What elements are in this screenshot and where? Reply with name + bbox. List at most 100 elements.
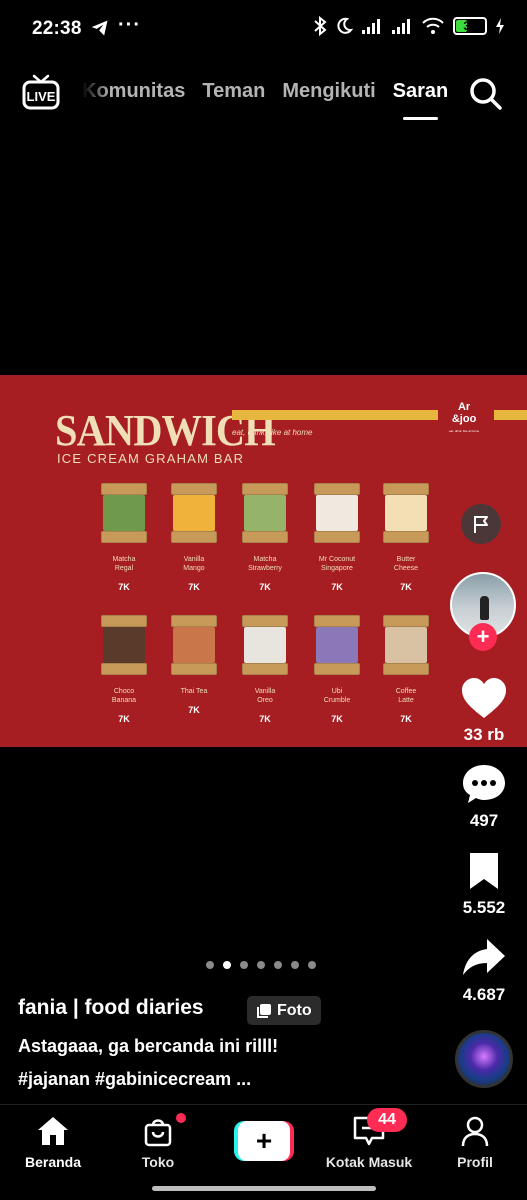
ice-cream-sandwich-image — [101, 483, 147, 543]
item-name: Choco Banana — [111, 688, 137, 704]
comment-button[interactable]: 497 — [454, 762, 514, 831]
feed-tabs: Komunitas Teman Mengikuti Saran — [82, 80, 448, 120]
item-name: Vanilla Mango — [183, 556, 205, 572]
heart-icon — [462, 678, 506, 718]
nav-shop[interactable]: Toko — [113, 1115, 203, 1170]
save-count: 5.552 — [462, 898, 506, 917]
menu-item: Mr Coconut Singapore 7K — [302, 483, 372, 592]
carousel-dot — [240, 961, 248, 969]
ice-cream-sandwich-image — [314, 615, 360, 675]
report-button[interactable] — [461, 504, 501, 544]
shop-notification-dot — [176, 1113, 186, 1123]
save-button[interactable]: 5.552 — [454, 851, 514, 918]
live-icon[interactable]: LIVE — [22, 74, 60, 110]
image-tagline: eat, drink, like at home — [232, 428, 313, 437]
item-name: Ubi Crumble — [323, 688, 351, 704]
post-image[interactable]: SANDWICH ICE CREAM GRAHAM BAR eat, drink… — [0, 375, 527, 747]
item-price: 7K — [400, 582, 412, 592]
item-name: Mr Coconut Singapore — [318, 556, 356, 572]
carousel-dot — [206, 961, 214, 969]
ice-cream-sandwich-image — [242, 483, 288, 543]
shopping-bag-icon — [144, 1119, 172, 1147]
plus-icon: + — [238, 1121, 290, 1161]
menu-item: Butter Cheese 7K — [371, 483, 441, 592]
status-icons: 37 — [313, 16, 505, 36]
tab-mengikuti[interactable]: Mengikuti — [282, 80, 375, 103]
menu-item: Ubi Crumble 7K — [302, 615, 372, 724]
home-icon — [38, 1117, 68, 1145]
battery-icon: 37 — [453, 17, 487, 35]
ice-cream-sandwich-image — [171, 615, 217, 675]
item-name: Matcha Strawberry — [248, 556, 282, 572]
ice-cream-sandwich-image — [383, 483, 429, 543]
signal-icon — [362, 19, 380, 34]
signal-icon — [392, 19, 410, 34]
photo-icon — [257, 1003, 271, 1018]
search-icon[interactable] — [468, 76, 504, 112]
item-price: 7K — [331, 582, 343, 592]
like-count: 33 rb — [463, 725, 505, 744]
bookmark-icon — [470, 853, 498, 889]
profile-icon — [461, 1116, 489, 1147]
post-caption[interactable]: Astagaaa, ga bercanda ini rilll! — [18, 1036, 278, 1057]
top-nav: LIVE Komunitas Teman Mengikuti Saran — [0, 66, 527, 126]
flag-icon — [474, 516, 488, 533]
carousel-dot — [257, 961, 265, 969]
item-name: Coffee Latte — [395, 688, 417, 704]
ice-cream-sandwich-image — [101, 615, 147, 675]
item-price: 7K — [259, 582, 271, 592]
tab-teman[interactable]: Teman — [202, 80, 265, 103]
svg-text:LIVE: LIVE — [27, 89, 56, 104]
ice-cream-sandwich-image — [242, 615, 288, 675]
status-more-icon: ··· — [118, 14, 141, 36]
post-hashtags[interactable]: #jajanan #gabinicecream ... — [18, 1069, 251, 1090]
item-price: 7K — [188, 705, 200, 715]
status-time: 22:38 — [32, 18, 82, 39]
share-count: 4.687 — [462, 985, 506, 1004]
item-price: 7K — [118, 714, 130, 724]
carousel-dot — [274, 961, 282, 969]
share-icon — [463, 939, 505, 975]
accent-band — [494, 410, 527, 420]
item-name: Matcha Regal — [112, 556, 136, 572]
carousel-dot — [223, 961, 231, 969]
menu-item: Thai Tea 7K — [159, 615, 229, 715]
comment-count: 497 — [469, 811, 499, 830]
create-button[interactable]: + — [234, 1121, 294, 1161]
carousel-dots — [206, 961, 316, 969]
like-button[interactable]: 33 rb — [454, 676, 514, 745]
menu-item: Coffee Latte 7K — [371, 615, 441, 724]
tab-komunitas[interactable]: Komunitas — [82, 80, 185, 103]
item-price: 7K — [331, 714, 343, 724]
inbox-badge: 44 — [367, 1108, 407, 1132]
menu-item: Matcha Regal 7K — [89, 483, 159, 592]
menu-item: Vanilla Mango 7K — [159, 483, 229, 592]
moon-icon — [337, 17, 353, 34]
menu-item: Matcha Strawberry 7K — [230, 483, 300, 592]
share-button[interactable]: 4.687 — [454, 936, 514, 1005]
item-price: 7K — [118, 582, 130, 592]
comment-icon — [463, 765, 505, 803]
accent-band — [232, 410, 438, 420]
status-bar: 22:38 ··· 37 — [0, 0, 527, 56]
tab-saran[interactable]: Saran — [393, 80, 448, 120]
charging-icon — [496, 18, 504, 34]
item-name: Vanilla Oreo — [254, 688, 276, 704]
music-disc[interactable] — [455, 1030, 513, 1088]
image-subtitle: ICE CREAM GRAHAM BAR — [57, 451, 245, 466]
wifi-icon — [422, 17, 444, 34]
telegram-icon — [91, 20, 108, 36]
item-name: Butter Cheese — [393, 556, 419, 572]
follow-button[interactable]: + — [469, 623, 497, 651]
item-price: 7K — [400, 714, 412, 724]
menu-item: Choco Banana 7K — [89, 615, 159, 724]
bluetooth-icon — [314, 16, 327, 36]
item-name: Thai Tea — [180, 688, 208, 695]
nav-profile[interactable]: Profil — [430, 1115, 520, 1170]
nav-home[interactable]: Beranda — [8, 1115, 98, 1170]
carousel-dot — [291, 961, 299, 969]
brand-logo: Ar &joo eat, drink, like at home — [449, 401, 480, 433]
item-price: 7K — [188, 582, 200, 592]
author-name[interactable]: fania | food diaries — [18, 996, 204, 1020]
ice-cream-sandwich-image — [383, 615, 429, 675]
